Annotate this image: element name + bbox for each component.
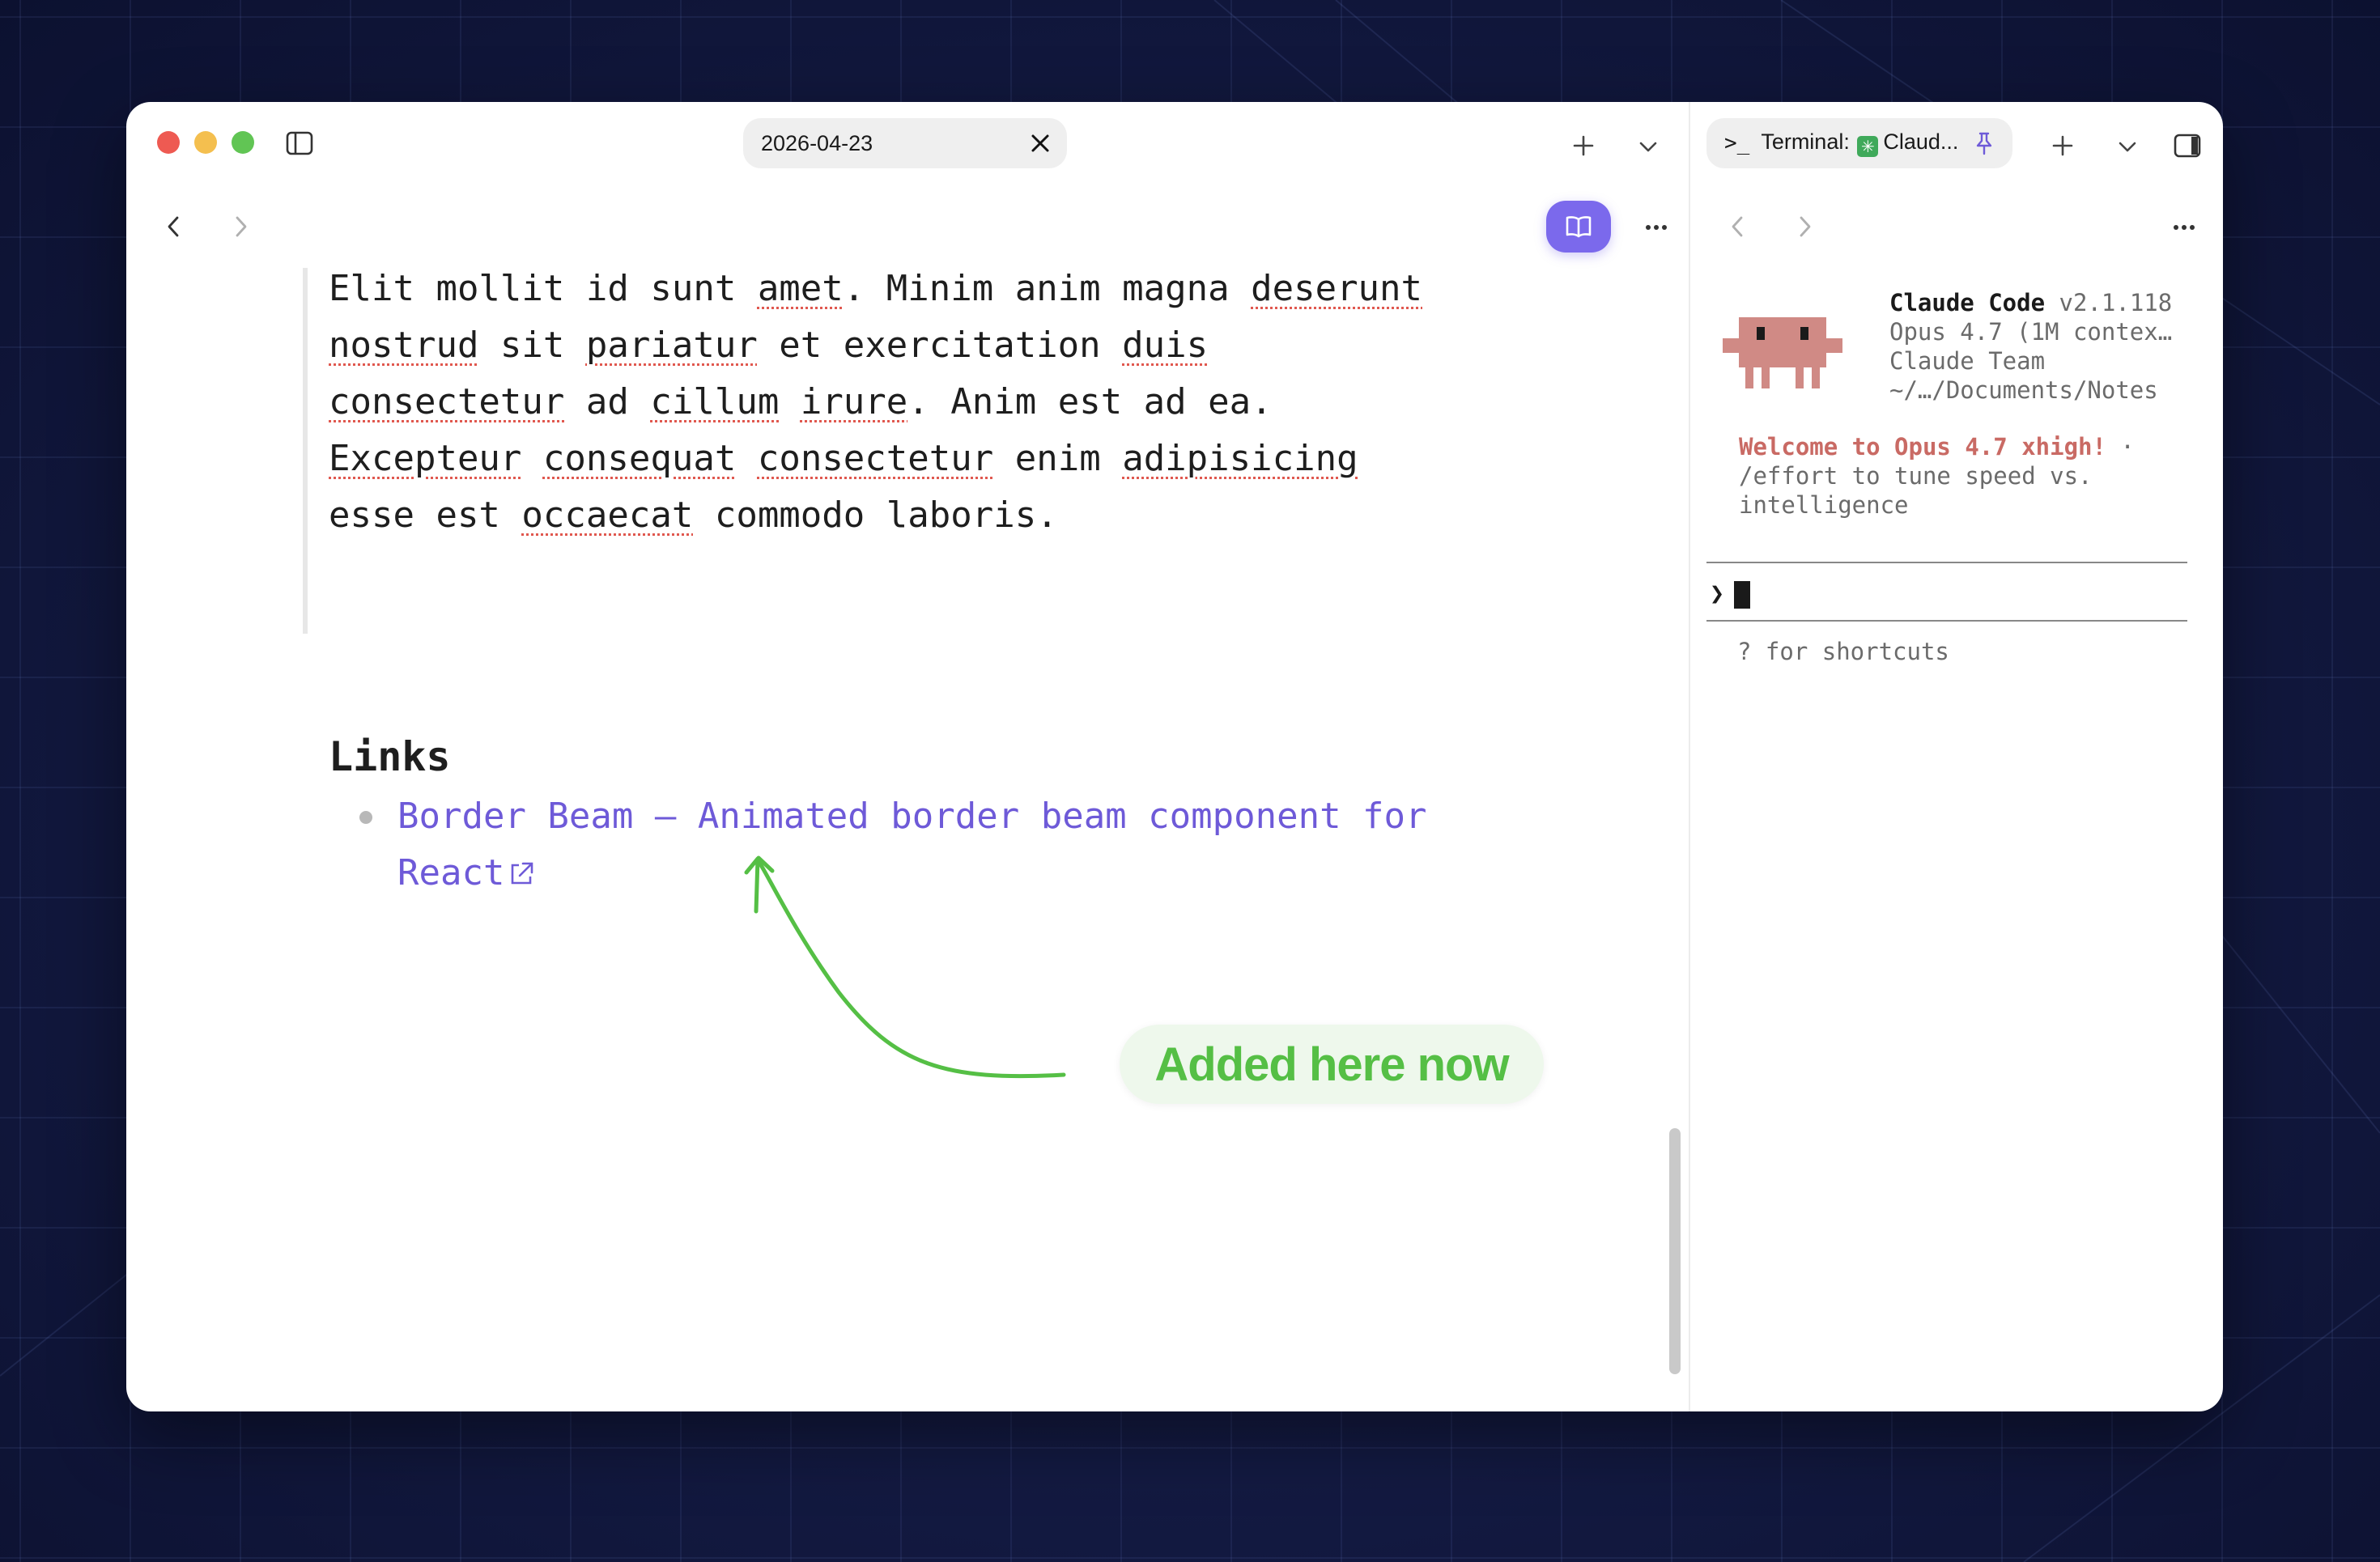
app-window: 2026-04-23 Elit mollit id sunt amet. Min… — [126, 102, 2223, 1411]
border-beam-link[interactable]: Border Beam – Animated border beam compo… — [397, 788, 1596, 902]
terminal-pane: >_ Terminal: ✳ Claud... Claude Code v2.1… — [1689, 102, 2223, 1411]
misspelled-word: consectetur — [757, 438, 994, 479]
input-top-rule — [1706, 562, 2187, 563]
text-run: Elit mollit id sunt — [329, 268, 758, 309]
misspelled-word: nostrud — [329, 325, 479, 366]
terminal-output[interactable]: Claude Code v2.1.118 Opus 4.7 (1M contex… — [1690, 102, 2223, 1411]
links-heading: Links — [329, 733, 451, 780]
link-line-1: Border Beam – Animated border beam compo… — [397, 796, 1427, 837]
note-pane: 2026-04-23 Elit mollit id sunt amet. Min… — [126, 102, 1687, 1411]
blockquote-bar — [303, 268, 308, 634]
note-editor[interactable]: Elit mollit id sunt amet. Minim anim mag… — [126, 102, 1687, 1411]
text-run — [736, 438, 758, 479]
misspelled-word: adipisicing — [1122, 438, 1358, 479]
text-run: commodo laboris. — [693, 494, 1058, 536]
text-run: . Anim est ad ea. — [907, 381, 1273, 422]
misspelled-word: duis — [1122, 325, 1209, 366]
blockquote-line: nostrud sit pariatur et exercitation dui… — [329, 317, 1592, 374]
blockquote-line: Excepteur consequat consectetur enim adi… — [329, 431, 1592, 487]
shortcuts-hint: ? for shortcuts — [1737, 638, 1949, 665]
input-bottom-rule — [1706, 620, 2187, 622]
text-run — [779, 381, 801, 422]
blockquote-line: Elit mollit id sunt amet. Minim anim mag… — [329, 261, 1592, 317]
app-name: Claude Code — [1889, 289, 2046, 316]
misspelled-word: cillum — [650, 381, 780, 422]
org-info: Claude Team — [1889, 347, 2046, 375]
prompt-symbol: ❯ — [1710, 579, 1725, 608]
working-directory: ~/…/Documents/Notes — [1889, 376, 2158, 404]
list-bullet — [359, 811, 372, 824]
misspelled-word: consequat — [542, 438, 737, 479]
claude-mascot-icon — [1723, 317, 1842, 388]
welcome-message: Welcome to Opus 4.7 xhigh! · /effort to … — [1739, 433, 2135, 519]
annotation-label: Added here now — [1120, 1025, 1544, 1104]
model-info: Opus 4.7 (1M contex… — [1889, 318, 2173, 346]
app-version: v2.1.118 — [2045, 289, 2173, 316]
misspelled-word: deserunt — [1251, 268, 1423, 309]
misspelled-word: amet — [757, 268, 844, 309]
session-info: Claude Code v2.1.118 Opus 4.7 (1M contex… — [1889, 288, 2172, 405]
text-run — [521, 438, 543, 479]
blockquote-line: consectetur ad cillum irure. Anim est ad… — [329, 374, 1592, 431]
text-run: esse est — [329, 494, 522, 536]
text-run: ad — [564, 381, 651, 422]
text-run: enim — [993, 438, 1123, 479]
scrollbar[interactable] — [1669, 1128, 1681, 1374]
text-cursor — [1734, 581, 1750, 609]
annotation-text: Added here now — [1154, 1038, 1509, 1091]
misspelled-word: occaecat — [521, 494, 694, 536]
blockquote-line: esse est occaecat commodo laboris. — [329, 487, 1592, 544]
misspelled-word: pariatur — [585, 325, 758, 366]
misspelled-word: irure — [800, 381, 908, 422]
text-run: . Minim anim magna — [843, 268, 1252, 309]
external-link-icon — [512, 862, 533, 885]
text-run: et exercitation — [757, 325, 1123, 366]
text-run: sit — [478, 325, 586, 366]
misspelled-word: consectetur — [329, 381, 565, 422]
blockquote-text: Elit mollit id sunt amet. Minim anim mag… — [329, 261, 1592, 544]
misspelled-word: Excepteur — [329, 438, 522, 479]
link-line-2: React — [397, 852, 505, 893]
